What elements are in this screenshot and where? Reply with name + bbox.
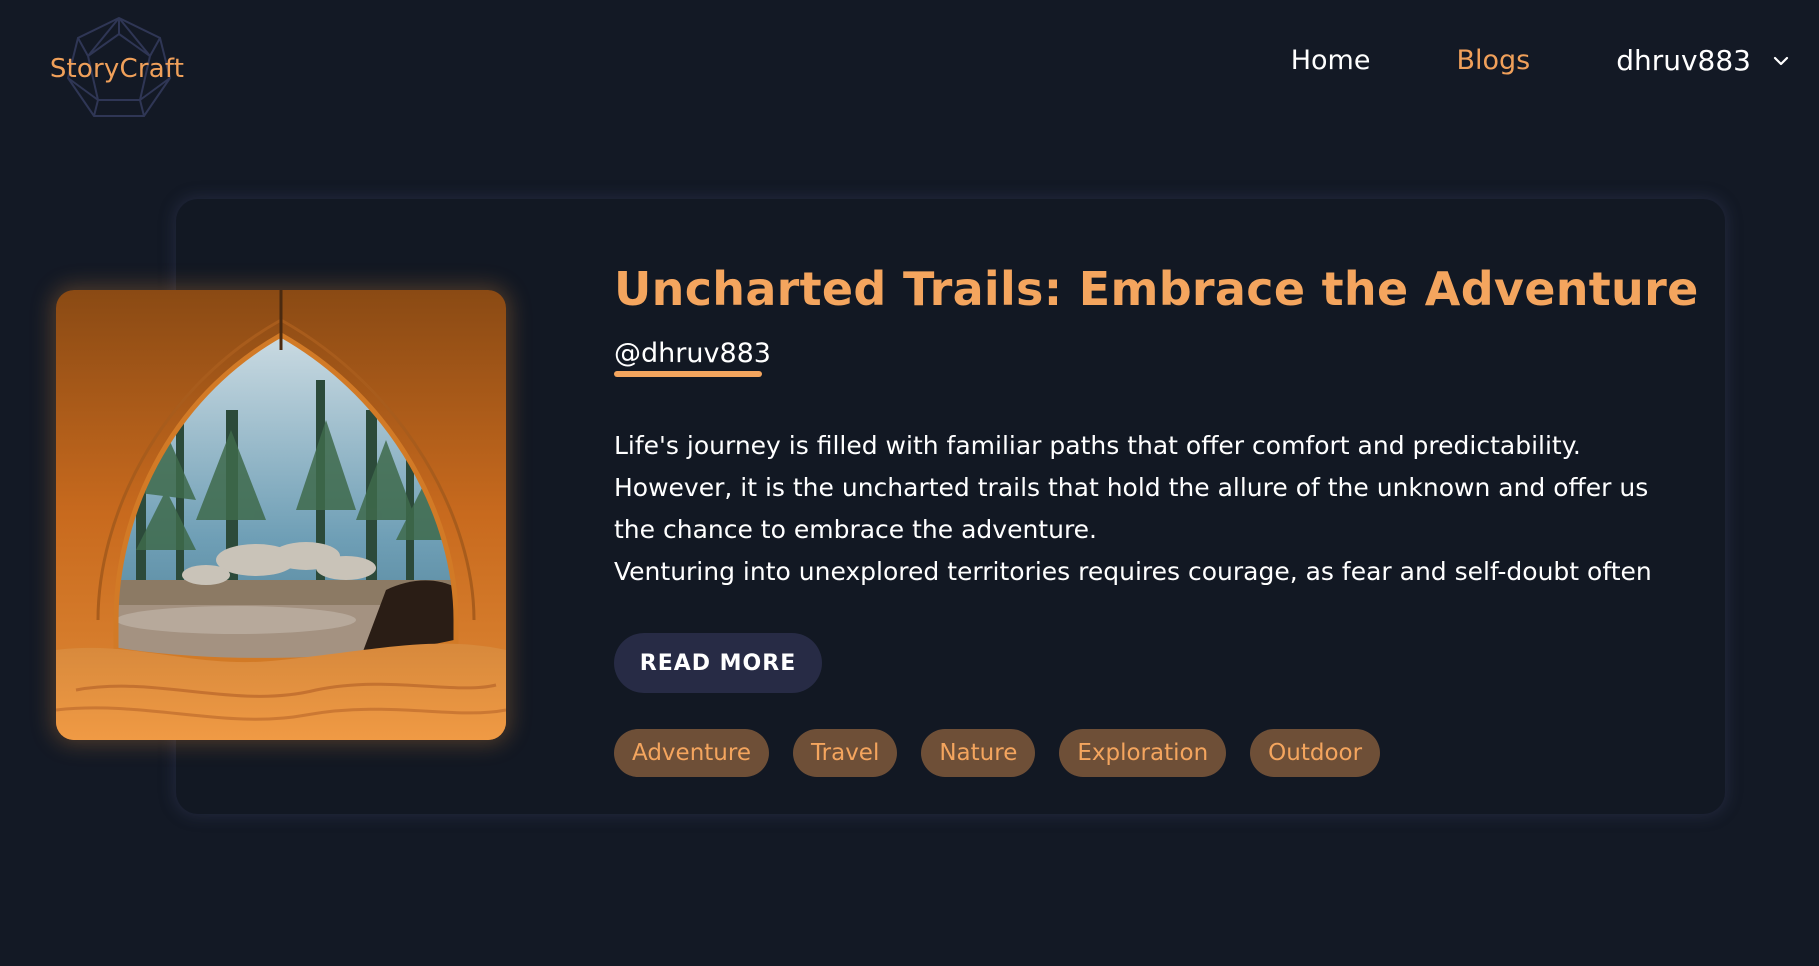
nav-home-link[interactable]: Home <box>1291 45 1371 76</box>
blog-cover-image[interactable] <box>56 290 506 740</box>
page: StoryCraft Home Blogs dhruv883 Uncharted… <box>0 0 1819 966</box>
blog-content: Uncharted Trails: Embrace the Adventure … <box>614 262 1698 777</box>
author-handle: @dhruv883 <box>614 338 771 369</box>
author-underline <box>614 371 762 377</box>
tag-outdoor[interactable]: Outdoor <box>1250 729 1381 777</box>
main-nav: Home Blogs dhruv883 <box>1291 44 1789 77</box>
brand-name: StoryCraft <box>49 54 185 84</box>
tag-list: Adventure Travel Nature Exploration Outd… <box>614 729 1674 777</box>
read-more-button[interactable]: READ MORE <box>614 633 822 693</box>
chevron-down-icon <box>1773 56 1789 66</box>
blog-author[interactable]: @dhruv883 <box>614 338 771 387</box>
blog-title[interactable]: Uncharted Trails: Embrace the Adventure <box>614 262 1698 316</box>
user-menu[interactable]: dhruv883 <box>1616 44 1789 77</box>
nav-blogs-link[interactable]: Blogs <box>1456 45 1530 76</box>
blog-excerpt: Life's journey is filled with familiar p… <box>614 431 1652 586</box>
tag-nature[interactable]: Nature <box>921 729 1036 777</box>
tag-travel[interactable]: Travel <box>792 729 898 777</box>
tag-adventure[interactable]: Adventure <box>614 729 769 777</box>
logo[interactable]: StoryCraft <box>49 16 185 122</box>
username: dhruv883 <box>1616 44 1751 77</box>
tag-exploration[interactable]: Exploration <box>1059 729 1227 777</box>
